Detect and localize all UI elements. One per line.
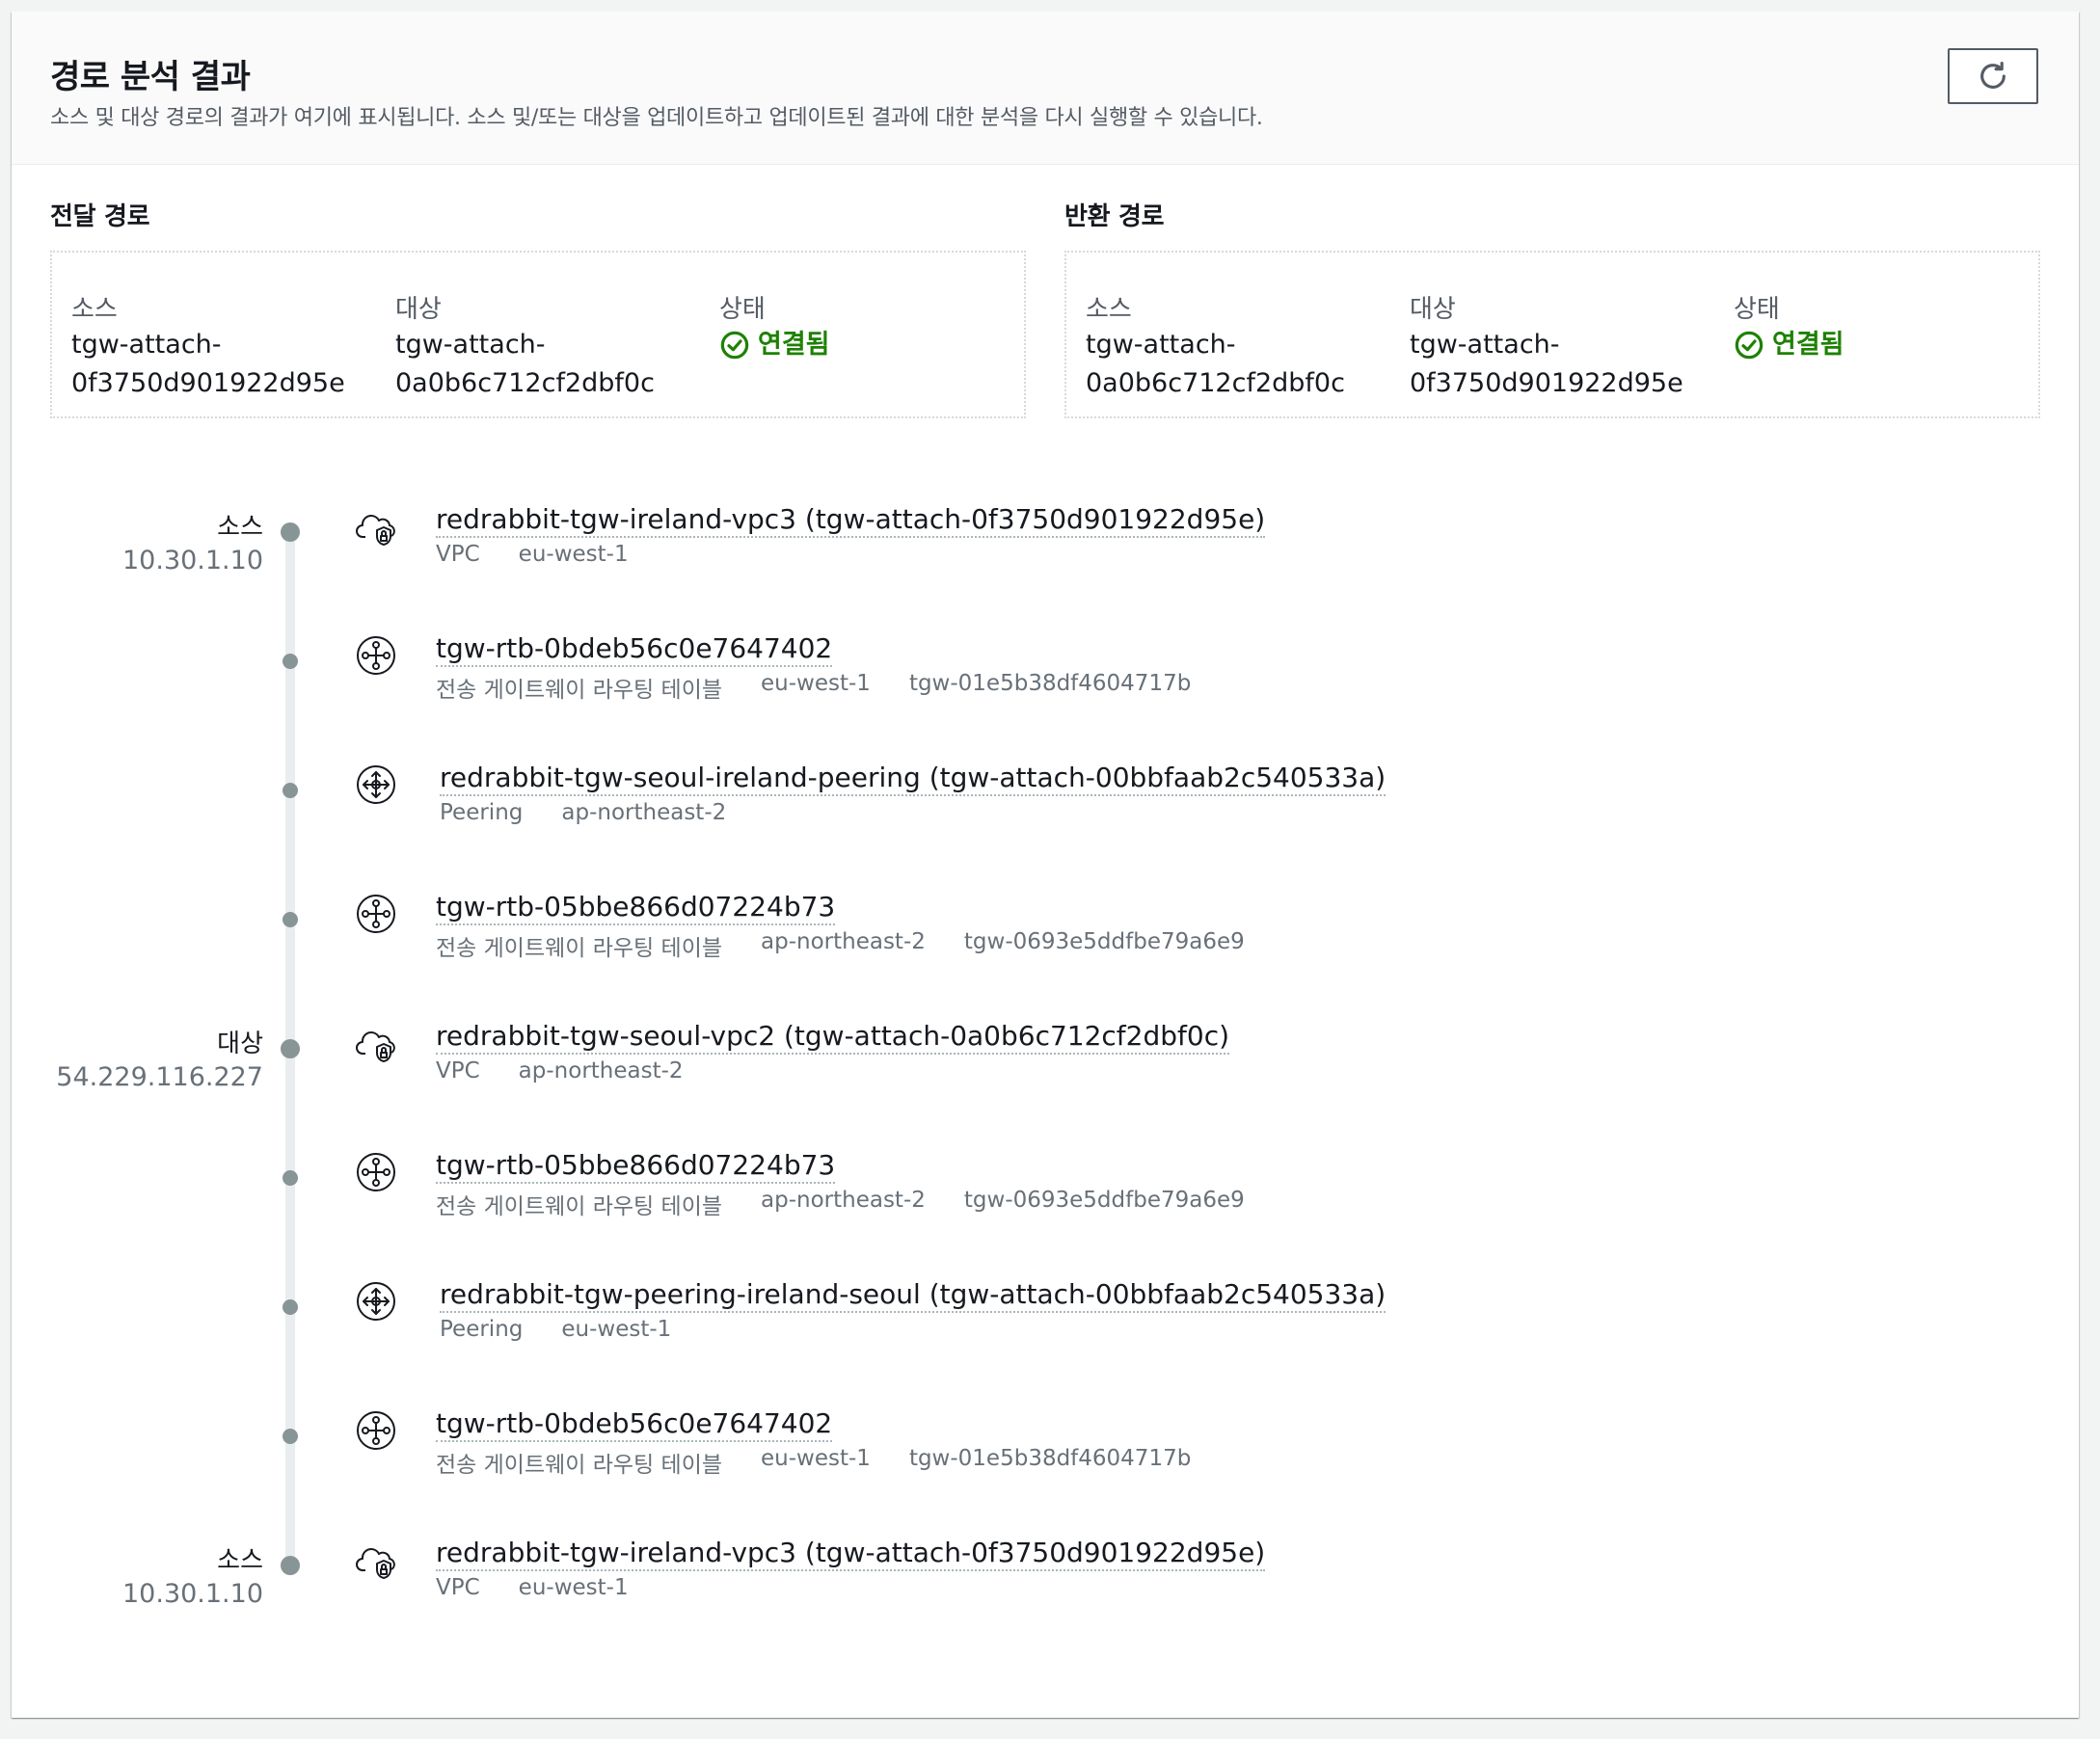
forward-status-label: 상태 [719,295,766,324]
meta-item: Peering [440,1317,524,1342]
forward-route-box: 소스 tgw-attach- 0f3750d901922d95e 대상 tgw-… [50,251,1026,418]
meta-item: tgw-0693e5ddfbe79a6e9 [963,929,1245,954]
return-route-title: 반환 경로 [1064,202,1165,231]
meta-item: VPC [436,542,480,567]
return-status-label: 상태 [1734,295,1780,324]
forward-dest-label: 대상 [395,295,442,324]
timeline-role-label: 소스 [217,1546,263,1575]
meta-item: eu-west-1 [518,1575,629,1600]
page-title: 경로 분석 결과 [50,58,251,96]
meta-item: eu-west-1 [561,1317,672,1342]
timeline-resource-meta: Peering ap-northeast-2 [440,800,765,825]
check-circle-icon [1735,331,1763,360]
meta-item: tgw-01e5b38df4604717b [908,671,1192,696]
meta-item: VPC [436,1058,480,1084]
timeline-hop-dot [283,1170,298,1186]
timeline-resource-meta: 전송 게이트웨이 라우팅 테이블 eu-west-1 tgw-01e5b38df46… [436,671,1229,704]
panel-header: 경로 분석 결과 소스 및 대상 경로의 결과가 여기에 표시됩니다. 소스 및… [12,12,2079,165]
forward-dest-value: tgw-attach- 0a0b6c712cf2dbf0c [395,330,655,398]
peering-icon [355,1280,397,1323]
timeline-ip-address: 10.30.1.10 [122,1579,263,1609]
return-source-label: 소스 [1086,295,1132,324]
meta-item: tgw-0693e5ddfbe79a6e9 [963,1188,1245,1213]
return-dest-label: 대상 [1410,295,1456,324]
peering-icon [355,763,397,806]
timeline-resource-link[interactable]: tgw-rtb-0bdeb56c0e7647402 [436,1407,833,1442]
timeline-resource-meta: 전송 게이트웨이 라우팅 테이블 ap-northeast-2 tgw-0693e5… [436,929,1283,962]
timeline-resource-link[interactable]: tgw-rtb-05bbe866d07224b73 [436,891,836,925]
vpc-cloud-icon [355,505,397,548]
timeline-resource-meta: Peering eu-west-1 [440,1317,710,1342]
timeline-hop-dot [283,912,298,927]
timeline-resource-link[interactable]: redrabbit-tgw-seoul-vpc2 (tgw-attach-0a0… [436,1020,1230,1055]
meta-item: 전송 게이트웨이 라우팅 테이블 [436,1453,723,1478]
meta-item: 전송 게이트웨이 라우팅 테이블 [436,936,723,961]
route-table-icon [355,1409,397,1452]
meta-item: tgw-01e5b38df4604717b [908,1446,1192,1471]
return-route-box: 소스 tgw-attach- 0a0b6c712cf2dbf0c 대상 tgw-… [1064,251,2040,418]
timeline-hop-dot [283,1299,298,1315]
timeline-resource-link[interactable]: tgw-rtb-0bdeb56c0e7647402 [436,632,833,667]
forward-source-label: 소스 [71,295,118,324]
meta-item: Peering [440,800,524,825]
timeline-resource-meta: VPC ap-northeast-2 [436,1058,722,1084]
forward-status-value: 연결됨 [758,330,830,360]
timeline-resource-link[interactable]: redrabbit-tgw-peering-ireland-seoul (tgw… [440,1278,1387,1313]
meta-item: ap-northeast-2 [761,929,926,954]
forward-status-badge: 연결됨 [719,326,830,364]
return-status-value: 연결됨 [1772,330,1844,360]
forward-source-value: tgw-attach- 0f3750d901922d95e [71,330,345,398]
timeline-resource-meta: 전송 게이트웨이 라우팅 테이블 ap-northeast-2 tgw-0693e5… [436,1188,1283,1220]
route-table-icon [355,1151,397,1193]
timeline-resource-meta: VPC eu-west-1 [436,542,667,567]
timeline-ip-address: 54.229.116.227 [56,1062,263,1092]
meta-item: ap-northeast-2 [761,1188,926,1213]
timeline-role-label: 대상 [217,1030,263,1058]
timeline-hop-dot [283,1429,298,1444]
route-table-icon [355,893,397,935]
refresh-button[interactable] [1948,48,2038,104]
timeline-ip-address: 10.30.1.10 [122,546,263,575]
timeline-resource-link[interactable]: redrabbit-tgw-ireland-vpc3 (tgw-attach-0… [436,1537,1266,1571]
meta-item: eu-west-1 [761,1446,871,1471]
timeline-resource-link[interactable]: redrabbit-tgw-ireland-vpc3 (tgw-attach-0… [436,503,1266,538]
meta-item: eu-west-1 [518,542,629,567]
timeline-endpoint-dot [281,1556,300,1575]
vpc-cloud-icon [355,1538,397,1581]
meta-item: ap-northeast-2 [518,1058,684,1084]
meta-item: ap-northeast-2 [561,800,727,825]
timeline-hop-dot [283,783,298,798]
timeline-resource-link[interactable]: redrabbit-tgw-seoul-ireland-peering (tgw… [440,762,1387,796]
return-source-value: tgw-attach- 0a0b6c712cf2dbf0c [1086,330,1345,398]
meta-item: eu-west-1 [761,671,871,696]
meta-item: 전송 게이트웨이 라우팅 테이블 [436,1194,723,1219]
timeline-resource-meta: VPC eu-west-1 [436,1575,667,1600]
timeline-resource-meta: 전송 게이트웨이 라우팅 테이블 eu-west-1 tgw-01e5b38df46… [436,1446,1229,1479]
refresh-icon [1980,61,2006,89]
check-circle-icon [720,331,749,360]
meta-item: 전송 게이트웨이 라우팅 테이블 [436,678,723,703]
timeline-endpoint-dot [281,522,300,542]
page-description: 소스 및 대상 경로의 결과가 여기에 표시됩니다. 소스 및/또는 대상을 업… [50,106,1263,130]
route-table-icon [355,634,397,677]
timeline-resource-link[interactable]: tgw-rtb-05bbe866d07224b73 [436,1149,836,1184]
timeline-endpoint-dot [281,1039,300,1058]
return-dest-value: tgw-attach- 0f3750d901922d95e [1410,330,1683,398]
return-status-badge: 연결됨 [1734,326,1844,364]
vpc-cloud-icon [355,1022,397,1064]
route-analysis-panel: 경로 분석 결과 소스 및 대상 경로의 결과가 여기에 표시됩니다. 소스 및… [12,12,2079,1718]
meta-item: VPC [436,1575,480,1600]
timeline-hop-dot [283,654,298,669]
forward-route-title: 전달 경로 [50,202,150,231]
timeline-role-label: 소스 [217,513,263,542]
